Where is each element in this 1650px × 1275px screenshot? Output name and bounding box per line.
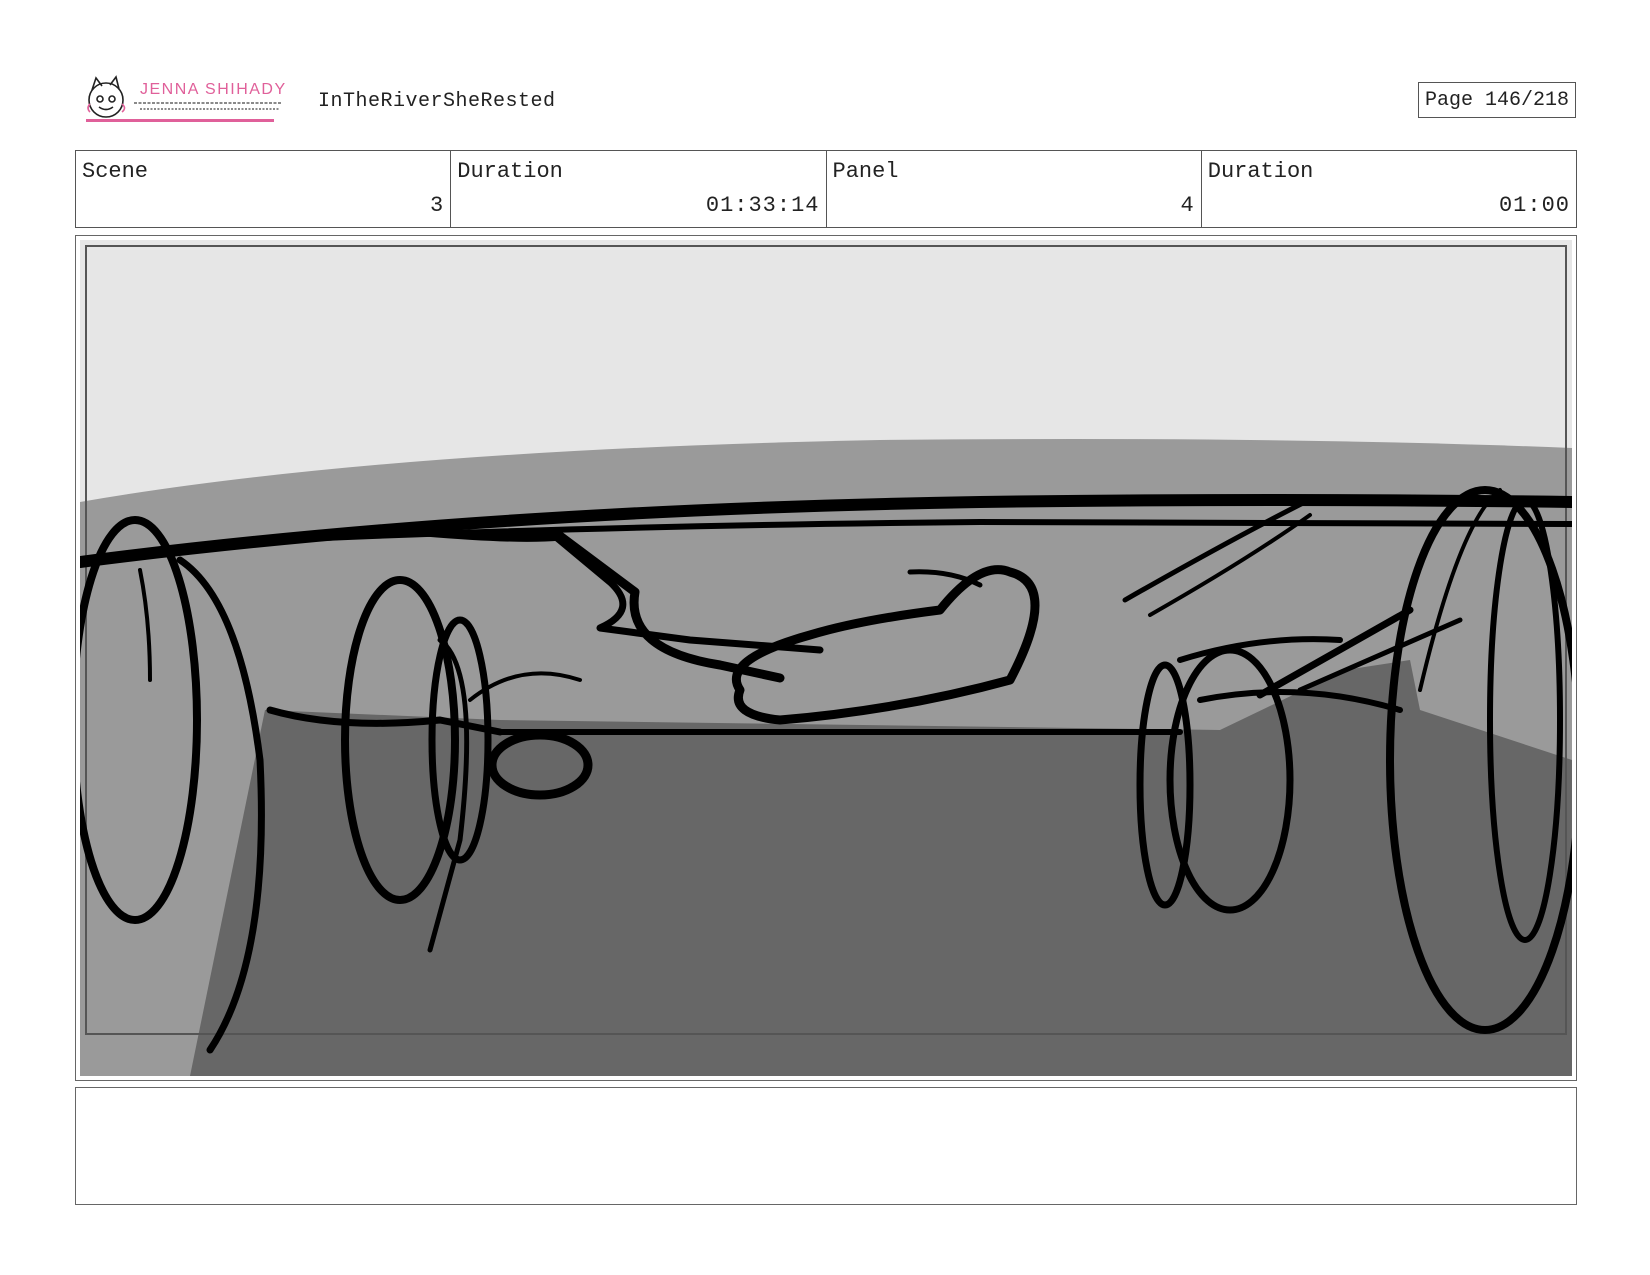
page-number: Page 146/218 [1418,82,1576,118]
scene-cell: Scene 3 [76,151,452,227]
character-face-icon [87,75,126,118]
info-table: Scene 3 Duration 01:33:14 Panel 4 Durati… [75,150,1577,228]
logo: JENNA SHIHADY [86,75,287,122]
scene-duration-label: Duration [457,159,563,184]
scene-value: 3 [430,193,445,218]
panel-duration-label: Duration [1207,159,1314,184]
project-title: InTheRiverSheRested [318,90,556,113]
panel-duration-value: 01:00 [1498,193,1570,218]
scene-duration-cell: Duration 01:33:14 [451,151,827,227]
storyboard-frame [75,235,1577,1081]
panel-value: 4 [1180,193,1195,218]
notes-box [75,1087,1577,1205]
logo-tagline-lines [134,102,282,110]
panel-cell: Panel 4 [827,151,1202,227]
storyboard-sketch [80,240,1572,1076]
logo-underline [86,119,274,122]
scene-duration-value: 01:33:14 [705,193,820,218]
logo-wordmark: JENNA SHIHADY [140,81,287,98]
panel-duration-cell: Duration 01:00 [1202,151,1576,227]
scene-label: Scene [82,159,149,184]
panel-label: Panel [832,159,899,184]
